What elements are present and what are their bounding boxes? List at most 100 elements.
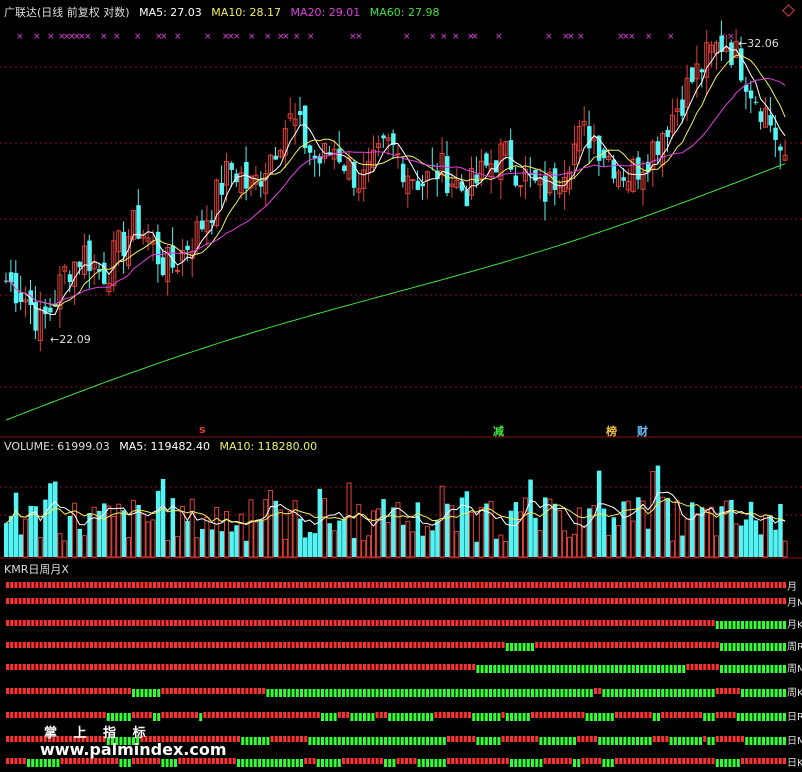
kmr-red-mark — [262, 664, 266, 670]
kmr-green-mark — [610, 665, 614, 673]
kmr-red-mark — [182, 642, 186, 648]
kmr-green-mark — [253, 759, 257, 767]
kmr-red-mark — [350, 582, 354, 588]
kmr-red-mark — [14, 582, 18, 588]
kmr-red-mark — [148, 620, 152, 626]
kmr-red-mark — [211, 620, 215, 626]
kmr-red-mark — [287, 642, 291, 648]
kmr-red-mark — [279, 664, 282, 670]
kmr-red-mark — [106, 642, 110, 648]
kmr-red-mark — [539, 712, 543, 718]
kmr-red-mark — [438, 642, 442, 648]
kmr-red-mark — [270, 582, 274, 588]
kmr-red-mark — [94, 582, 98, 588]
kmr-red-mark — [585, 758, 589, 764]
kmr-red-mark — [346, 712, 350, 718]
kmr-red-mark — [627, 758, 631, 764]
kmr-green-mark — [581, 689, 585, 697]
kmr-red-mark — [589, 736, 593, 742]
kmr-red-mark — [564, 758, 568, 764]
kmr-red-mark — [413, 582, 417, 588]
kmr-red-mark — [493, 620, 497, 626]
kmr-red-mark — [581, 598, 585, 604]
kmr-red-mark — [308, 712, 312, 718]
kmr-red-mark — [585, 620, 589, 626]
kmr-red-mark — [552, 598, 555, 604]
kmr-green-mark — [770, 643, 774, 651]
kmr-green-mark — [648, 689, 652, 697]
kmr-red-mark — [186, 620, 190, 626]
kmr-red-mark — [547, 598, 551, 604]
kmr-green-mark — [417, 737, 421, 745]
kmr-green-mark — [438, 689, 442, 697]
kmr-red-mark — [123, 642, 127, 648]
kmr-red-mark — [602, 642, 606, 648]
kmr-red-mark — [720, 736, 723, 742]
kmr-red-mark — [211, 712, 215, 718]
kmr-red-mark — [543, 620, 547, 626]
kmr-red-mark — [98, 598, 102, 604]
kmr-green-mark — [610, 689, 614, 697]
kmr-red-mark — [724, 712, 728, 718]
kmr-green-mark — [770, 737, 774, 745]
kmr-red-mark — [274, 598, 278, 604]
kmr-red-mark — [778, 582, 782, 588]
kmr-red-mark — [379, 712, 383, 718]
kmr-green-mark — [505, 665, 509, 673]
kmr-red-mark — [358, 620, 362, 626]
kmr-red-mark — [232, 620, 236, 626]
kmr-red-mark — [64, 664, 68, 670]
kmr-green-mark — [669, 689, 673, 697]
kmr-green-mark — [720, 759, 723, 767]
kmr-red-mark — [631, 758, 635, 764]
kmr-red-mark — [652, 758, 656, 764]
volume-bar-up — [322, 498, 327, 558]
kmr-green-mark — [514, 643, 518, 651]
kmr-red-mark — [623, 582, 627, 588]
kmr-red-mark — [379, 582, 383, 588]
candle-body-down — [327, 152, 332, 154]
volume-bar-up — [449, 505, 455, 558]
kmr-red-mark — [409, 664, 413, 670]
chart-canvas[interactable]: × × × ×××××× × × × ×× × × ××× × × ×× × × ×× × × × × ×× × × ×× × ××… — [0, 0, 802, 772]
kmr-red-mark — [56, 642, 60, 648]
kmr-red-mark — [673, 582, 677, 588]
kmr-red-mark — [127, 664, 131, 670]
kmr-red-mark — [514, 736, 518, 742]
kmr-green-mark — [409, 713, 413, 721]
kmr-red-mark — [312, 598, 316, 604]
kmr-red-mark — [594, 688, 597, 694]
kmr-green-mark — [745, 665, 749, 673]
kmr-green-mark — [43, 759, 47, 767]
kmr-red-mark — [384, 642, 387, 648]
kmr-red-mark — [472, 664, 476, 670]
kmr-red-mark — [400, 620, 404, 626]
kmr-green-mark — [703, 713, 707, 721]
volume-bar-down — [4, 523, 9, 557]
kmr-red-mark — [14, 712, 18, 718]
kmr-green-mark — [623, 689, 627, 697]
kmr-red-mark — [266, 598, 270, 604]
kmr-red-mark — [363, 598, 366, 604]
kmr-red-mark — [144, 712, 148, 718]
kmr-red-mark — [573, 582, 576, 588]
kmr-red-mark — [22, 582, 26, 588]
kmr-red-mark — [329, 664, 333, 670]
kmr-red-mark — [295, 598, 299, 604]
kmr-red-mark — [190, 598, 194, 604]
kmr-green-mark — [405, 737, 408, 745]
kmr-red-mark — [610, 598, 614, 604]
kmr-green-mark — [392, 759, 396, 767]
kmr-red-mark — [552, 620, 555, 626]
kmr-green-mark — [346, 737, 350, 745]
kmr-green-mark — [363, 737, 366, 745]
kmr-red-mark — [295, 620, 299, 626]
kmr-red-mark — [741, 582, 744, 588]
kmr-red-mark — [14, 688, 18, 694]
kmr-red-mark — [409, 642, 413, 648]
kmr-red-mark — [699, 582, 702, 588]
kmr-green-mark — [770, 689, 774, 697]
kmr-red-mark — [39, 582, 43, 588]
kmr-red-mark — [724, 688, 728, 694]
kmr-red-mark — [430, 598, 434, 604]
